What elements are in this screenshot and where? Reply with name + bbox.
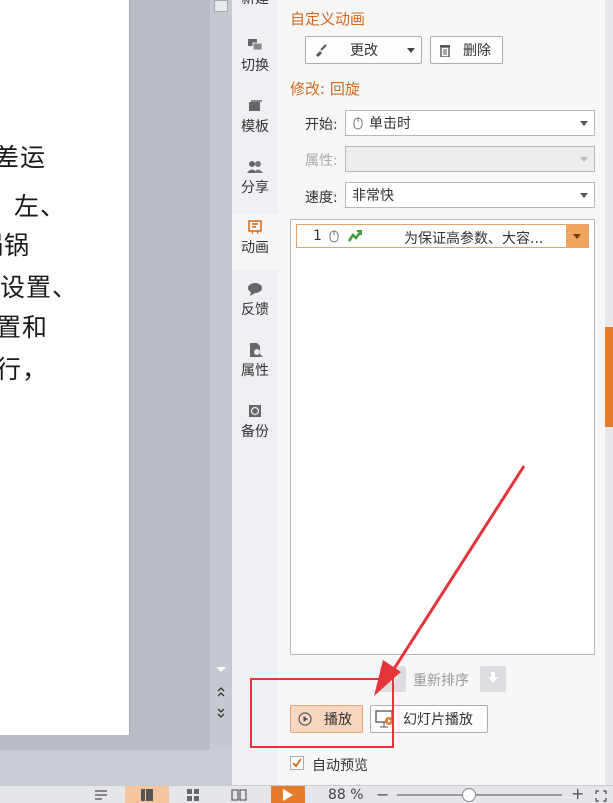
tab-label: 备份 — [241, 424, 269, 440]
pane-title: 自定义动画 — [290, 10, 366, 28]
start-label: 开始: — [305, 117, 338, 133]
mouse-click-icon — [329, 230, 339, 243]
scrollbar-thumb[interactable] — [214, 0, 228, 12]
checkmark-icon — [292, 758, 302, 768]
template-icon — [249, 100, 262, 111]
animation-icon — [248, 220, 262, 234]
prev-slide-icon[interactable] — [214, 686, 228, 701]
scroll-down-arrow-icon[interactable] — [214, 664, 228, 677]
pane-collapse-handle[interactable] — [605, 327, 613, 427]
slideshow-view-button[interactable] — [271, 786, 305, 803]
delete-effect-button[interactable]: 删除 — [430, 36, 503, 64]
change-effect-button[interactable]: 更改 — [305, 36, 422, 64]
slideshow-button-label: 幻灯片播放 — [403, 712, 473, 728]
share-icon — [247, 161, 263, 173]
tab-transition[interactable]: 切换 — [232, 32, 278, 88]
autopreview-checkbox[interactable] — [290, 756, 304, 770]
tab-animation[interactable]: 动画 — [232, 214, 278, 270]
sorter-view-icon[interactable] — [186, 788, 200, 802]
tab-label: 动画 — [241, 240, 269, 256]
tab-label: 属性 — [241, 363, 269, 379]
slide-text-line: 置和 — [0, 313, 49, 342]
slide-text-line: 差运 — [0, 143, 47, 172]
spin-effect-icon — [347, 230, 363, 242]
tab-label: 模板 — [241, 119, 269, 135]
start-select[interactable]: 单击时 — [345, 110, 595, 136]
feedback-icon — [248, 283, 262, 296]
zoom-in-button[interactable]: + — [571, 784, 584, 803]
tab-share[interactable]: 分享 — [232, 154, 278, 210]
speed-label: 速度: — [305, 190, 338, 206]
speed-select[interactable]: 非常快 — [345, 182, 595, 208]
property-select — [345, 146, 595, 172]
tab-backup[interactable]: 备份 — [232, 398, 278, 454]
start-value: 单击时 — [369, 116, 411, 132]
tab-new[interactable]: 新建 — [232, 0, 278, 16]
delete-button-label: 删除 — [463, 43, 491, 59]
transition-icon — [248, 39, 263, 51]
change-button-label: 更改 — [350, 43, 378, 59]
chevron-down-icon — [580, 157, 588, 162]
mouse-click-icon — [353, 117, 363, 130]
slide-text-line: 锅锅 — [0, 231, 31, 260]
zoom-out-button[interactable]: − — [376, 785, 389, 803]
play-icon — [283, 789, 293, 801]
fit-window-icon[interactable] — [595, 789, 607, 803]
arrow-down-icon — [488, 672, 498, 683]
anim-item-index: 1 — [313, 228, 322, 244]
trash-icon — [440, 45, 450, 57]
modify-heading: 修改: 回旋 — [290, 80, 360, 98]
normal-view-icon — [141, 789, 153, 801]
slide-canvas: 差运 、左、 锅锅 设置、 置和 行， — [0, 0, 210, 785]
speed-value: 非常快 — [352, 188, 394, 204]
tab-label: 分享 — [241, 180, 269, 196]
tab-label: 反馈 — [241, 302, 269, 318]
zoom-level: 88 % — [328, 787, 364, 803]
normal-view-button[interactable] — [125, 786, 169, 803]
animation-list[interactable]: 1 为保证高参数、大容... — [290, 219, 595, 655]
anim-item-text: 为保证高参数、大容... — [404, 231, 544, 247]
anim-item-dropdown-icon[interactable] — [566, 225, 588, 247]
move-down-button[interactable] — [480, 666, 506, 692]
notes-toggle-icon[interactable] — [93, 788, 109, 802]
tab-label: 切换 — [241, 58, 269, 74]
slide-page[interactable]: 差运 、左、 锅锅 设置、 置和 行， — [0, 0, 130, 735]
reading-view-icon[interactable] — [231, 788, 247, 802]
properties-icon — [250, 343, 263, 357]
backup-icon — [249, 405, 261, 417]
side-tab-bar: 新建 切换 模板 分享 动画 反馈 属性 备份 — [232, 0, 278, 785]
brush-icon — [316, 44, 327, 57]
chevron-down-icon — [580, 193, 588, 198]
property-label: 属性: — [305, 153, 338, 169]
zoom-slider[interactable] — [397, 794, 562, 796]
slide-text-line: 设置、 — [0, 273, 79, 302]
status-bar: 88 % − + — [0, 784, 613, 803]
vertical-scrollbar[interactable] — [210, 0, 232, 750]
horizontal-scroll-area[interactable] — [0, 750, 232, 785]
reorder-label: 重新排序 — [413, 673, 469, 689]
next-slide-icon[interactable] — [214, 707, 228, 722]
tab-template[interactable]: 模板 — [232, 93, 278, 149]
slide-text-line: 、左、 — [0, 192, 67, 221]
tab-properties[interactable]: 属性 — [232, 337, 278, 393]
animation-list-item[interactable]: 1 为保证高参数、大容... — [296, 224, 589, 248]
tab-feedback[interactable]: 反馈 — [232, 276, 278, 332]
chevron-down-icon — [407, 48, 415, 53]
autopreview-label: 自动预览 — [312, 758, 368, 774]
annotation-highlight-box — [250, 678, 394, 748]
tab-label: 新建 — [232, 0, 278, 8]
slide-text-line: 行， — [0, 355, 49, 384]
chevron-down-icon — [580, 121, 588, 126]
zoom-slider-thumb[interactable] — [462, 788, 476, 802]
